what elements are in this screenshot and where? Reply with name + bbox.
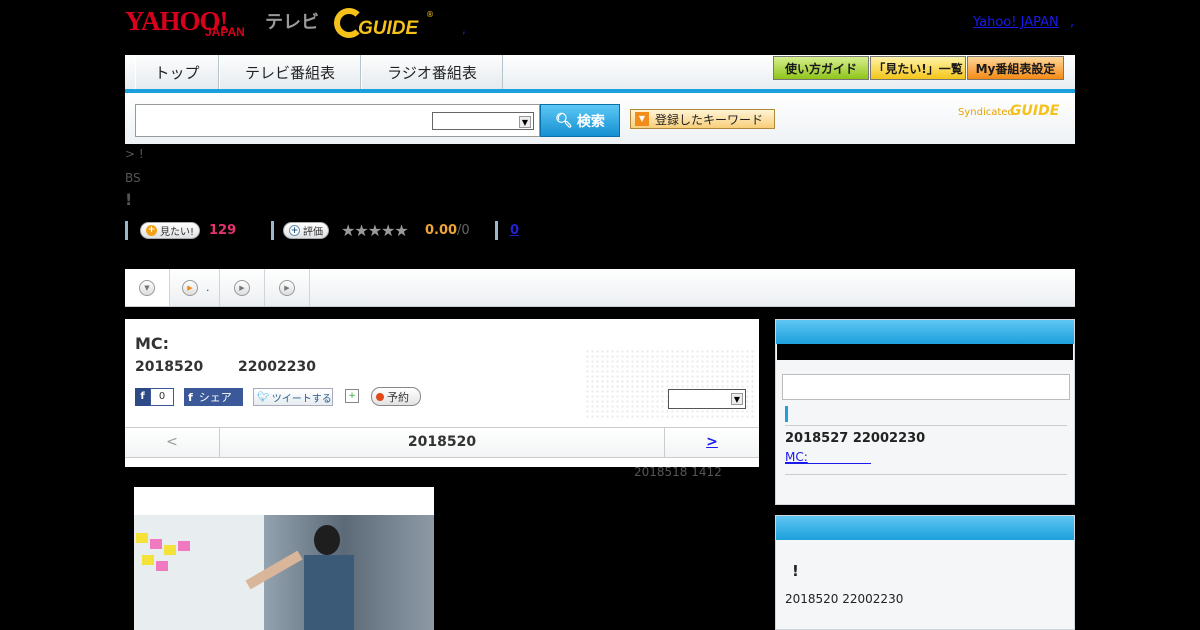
nav-tab-radio-listings[interactable]: ラジオ番組表 xyxy=(361,55,503,89)
gguide-logo[interactable]: GUIDE ® xyxy=(334,6,434,42)
next-broadcast-date: 2018527 22002230 xyxy=(785,431,926,446)
record-dot-icon xyxy=(376,392,384,401)
play-icon: ▶ xyxy=(279,279,295,296)
tv-logo-text[interactable]: テレビ xyxy=(265,8,319,34)
broadcast-info-title: ! xyxy=(792,562,799,580)
play-icon: ▶ xyxy=(234,279,250,296)
chevron-down-icon: ▼ xyxy=(731,393,743,405)
tab-item[interactable]: ▶ . xyxy=(170,269,220,306)
plus-icon: + xyxy=(146,225,157,236)
search-icon: 🔍︎ xyxy=(555,112,573,129)
usage-guide-button[interactable]: 使い方ガイド xyxy=(773,56,869,80)
sidebar-header xyxy=(776,516,1074,540)
program-title: MC: xyxy=(135,334,170,353)
tab-info[interactable]: ▼ xyxy=(125,269,170,306)
program-time: 22002230 xyxy=(238,359,316,375)
twitter-bird-icon: 🐦︎ xyxy=(257,391,270,403)
program-photo xyxy=(134,487,434,630)
facebook-icon: f xyxy=(135,388,150,406)
divider xyxy=(785,474,1067,475)
rating-count: /0 xyxy=(457,223,470,238)
program-photo-image xyxy=(134,515,434,630)
plus-icon: + xyxy=(289,225,300,236)
dropdown-arrow-icon: ▼ xyxy=(635,112,649,126)
saved-keywords-button[interactable]: ▼ 登録したキーワード xyxy=(630,109,775,129)
record-reserve-button[interactable]: 予約 xyxy=(371,387,421,406)
facebook-share-label: シェア xyxy=(198,391,232,404)
rate-button-label: 評価 xyxy=(303,227,323,238)
broadcast-info-box: ! 2018520 22002230 xyxy=(775,515,1075,630)
add-calendar-icon[interactable]: + xyxy=(345,389,359,403)
facebook-like-count: 0 xyxy=(150,388,174,406)
tab-item[interactable]: ▶ xyxy=(265,269,310,306)
next-broadcast-box: 2018527 22002230 MC: xyxy=(775,319,1075,505)
sidebar-input[interactable] xyxy=(782,374,1070,400)
program-detail-panel: MC: 2018520 22002230 f 0 f シェア 🐦︎ ツイートする… xyxy=(125,319,759,467)
search-button[interactable]: 🔍︎ 検索 xyxy=(540,104,620,137)
pager-current-date: 2018520 xyxy=(407,434,477,450)
search-button-label: 検索 xyxy=(576,113,605,130)
date-pager: < 2018520 > xyxy=(125,427,759,458)
star-rating: ★★★★★ xyxy=(341,221,409,240)
syndicated-label: Syndicated xyxy=(958,107,1014,118)
tweet-label: ツイートする xyxy=(271,393,332,405)
nav-tab-top[interactable]: トップ xyxy=(135,55,219,89)
rating-value: 0.00 xyxy=(425,223,458,238)
sidebar-header xyxy=(776,320,1074,344)
gguide-logo-text: GUIDE xyxy=(358,18,419,39)
nav-tab-tv-listings[interactable]: テレビ番組表 xyxy=(219,55,361,89)
my-listing-settings-button[interactable]: My番組表設定 xyxy=(967,56,1064,80)
tab-label: . xyxy=(206,281,210,294)
sidebar-subheader xyxy=(777,344,1073,360)
want-button[interactable]: + 見たい! xyxy=(140,222,201,239)
reserve-label: 予約 xyxy=(387,390,409,404)
program-date: 2018520 xyxy=(135,359,204,375)
yahoo-japan-logo-text: JAPAN xyxy=(205,25,245,39)
divider xyxy=(495,221,498,240)
divider xyxy=(271,221,274,240)
review-count-link[interactable]: 0 xyxy=(510,223,519,238)
header-dot: , xyxy=(462,22,466,36)
tab-item[interactable]: ▶ xyxy=(220,269,265,306)
program-tabs: ▼ ▶ . ▶ ▶ xyxy=(125,269,1075,307)
chevron-down-icon: ▼ xyxy=(139,279,155,296)
divider xyxy=(125,221,128,240)
tweet-button[interactable]: 🐦︎ ツイートする xyxy=(253,388,333,406)
breadcrumb: > ! xyxy=(125,147,144,161)
program-meta-title: ! xyxy=(125,190,133,209)
play-icon: ▶ xyxy=(182,279,198,296)
registered-mark: ® xyxy=(426,10,434,19)
page: YAHOO! JAPAN テレビ GUIDE ® , Yahoo! JAPAN … xyxy=(0,0,1200,630)
main-nav: トップ テレビ番組表 ラジオ番組表 使い方ガイド 「見たい!」一覧 My番組表設… xyxy=(125,55,1075,93)
search-category-select[interactable]: ▼ xyxy=(432,112,534,130)
want-button-label: 見たい! xyxy=(160,227,195,238)
program-option-select[interactable]: ▼ xyxy=(668,389,746,409)
next-date-link[interactable]: > xyxy=(664,428,759,457)
saved-keywords-label: 登録したキーワード xyxy=(655,112,764,127)
search-area: ▼ 🔍︎ 検索 ▼ 登録したキーワード Syndicated GUIDE xyxy=(125,93,1075,144)
chevron-down-icon: ▼ xyxy=(519,116,531,128)
broadcast-info-date: 2018520 22002230 xyxy=(785,592,904,606)
channel-label: BS xyxy=(125,171,141,185)
link-underline xyxy=(785,463,871,464)
previous-date-button[interactable]: < xyxy=(125,428,220,457)
want-count: 129 xyxy=(209,223,237,238)
rate-button[interactable]: + 評価 xyxy=(283,222,329,239)
facebook-icon: f xyxy=(188,390,193,404)
want-list-button[interactable]: 「見たい!」一覧 xyxy=(870,56,966,80)
next-broadcast-link[interactable]: MC: xyxy=(785,450,808,464)
section-marker xyxy=(785,406,788,422)
last-updated: 2018518 1412 xyxy=(634,465,722,479)
facebook-share-button[interactable]: f シェア xyxy=(184,388,243,406)
facebook-like-button[interactable]: f 0 xyxy=(135,388,174,406)
header-link-dot: , xyxy=(1070,15,1075,30)
divider xyxy=(785,425,1067,426)
syndicated-gguide-logo: GUIDE xyxy=(1010,103,1060,119)
yahoo-japan-link[interactable]: Yahoo! JAPAN xyxy=(973,15,1059,30)
